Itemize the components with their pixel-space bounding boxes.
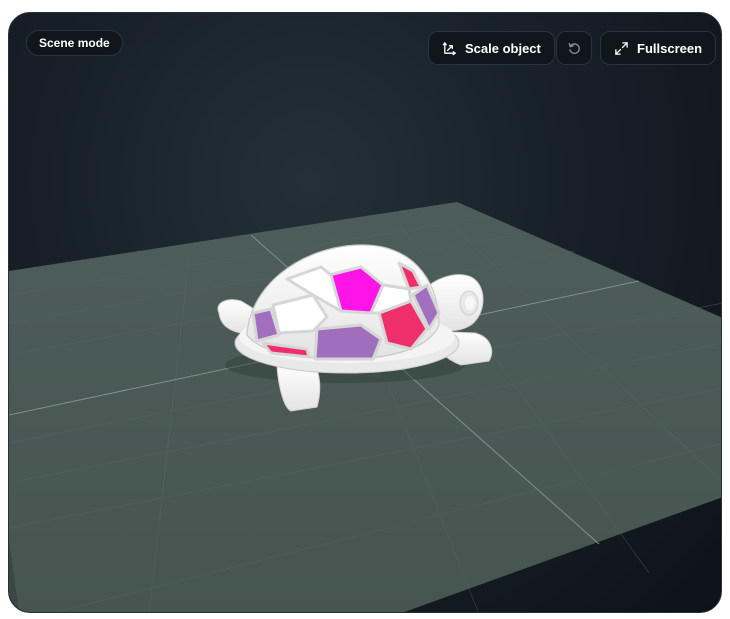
scene-canvas[interactable] — [9, 13, 722, 613]
scale-object-label: Scale object — [465, 40, 541, 56]
rotate-reset-icon — [567, 41, 582, 56]
scale-arrows-icon — [442, 41, 457, 56]
expand-icon — [614, 41, 629, 56]
scene-mode-label: Scene mode — [39, 36, 110, 50]
scale-object-button[interactable]: Scale object — [428, 31, 555, 65]
3d-viewer[interactable]: Scene mode Scale object Fullscreen — [8, 12, 722, 613]
scene-mode-badge: Scene mode — [26, 30, 123, 56]
reset-rotation-button[interactable] — [556, 31, 592, 65]
fullscreen-button[interactable]: Fullscreen — [600, 31, 717, 65]
fullscreen-label: Fullscreen — [637, 40, 703, 56]
